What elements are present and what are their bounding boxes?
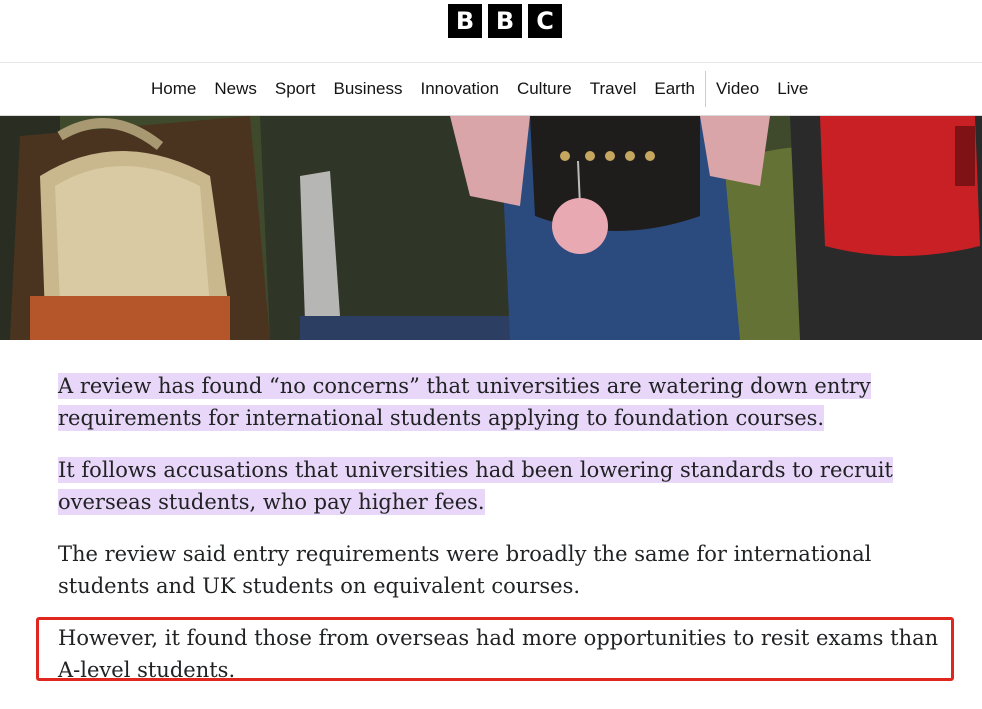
logo-letter-c: C xyxy=(528,4,562,38)
highlighted-text-2: It follows accusations that universities… xyxy=(58,457,893,515)
hero-photo-illustration xyxy=(0,116,982,340)
nav-item-innovation[interactable]: Innovation xyxy=(412,63,508,115)
main-nav: Home News Sport Business Innovation Cult… xyxy=(0,63,982,116)
article-paragraph-2: It follows accusations that universities… xyxy=(58,454,953,518)
article-paragraph-3: The review said entry requirements were … xyxy=(58,542,872,598)
nav-list: Home News Sport Business Innovation Cult… xyxy=(142,63,817,115)
nav-item-travel[interactable]: Travel xyxy=(581,63,646,115)
masthead: B B C xyxy=(0,0,982,63)
nav-item-sport[interactable]: Sport xyxy=(266,63,325,115)
nav-item-video[interactable]: Video xyxy=(707,63,768,115)
nav-item-news[interactable]: News xyxy=(205,63,266,115)
article-body: A review has found “no concerns” that un… xyxy=(58,370,953,706)
viewport-bottom-cover xyxy=(0,684,982,709)
nav-item-earth[interactable]: Earth xyxy=(645,63,704,115)
hero-image xyxy=(0,116,982,340)
article-paragraph-1: A review has found “no concerns” that un… xyxy=(58,370,953,434)
logo-letter-b2: B xyxy=(488,4,522,38)
nav-item-culture[interactable]: Culture xyxy=(508,63,581,115)
logo-letter-b1: B xyxy=(448,4,482,38)
bbc-logo[interactable]: B B C xyxy=(448,4,562,38)
nav-item-home[interactable]: Home xyxy=(142,63,205,115)
nav-divider xyxy=(705,71,707,107)
nav-item-live[interactable]: Live xyxy=(768,63,817,115)
article-paragraph-4: However, it found those from overseas ha… xyxy=(58,626,939,682)
highlighted-text-1: A review has found “no concerns” that un… xyxy=(58,373,871,431)
nav-item-business[interactable]: Business xyxy=(325,63,412,115)
